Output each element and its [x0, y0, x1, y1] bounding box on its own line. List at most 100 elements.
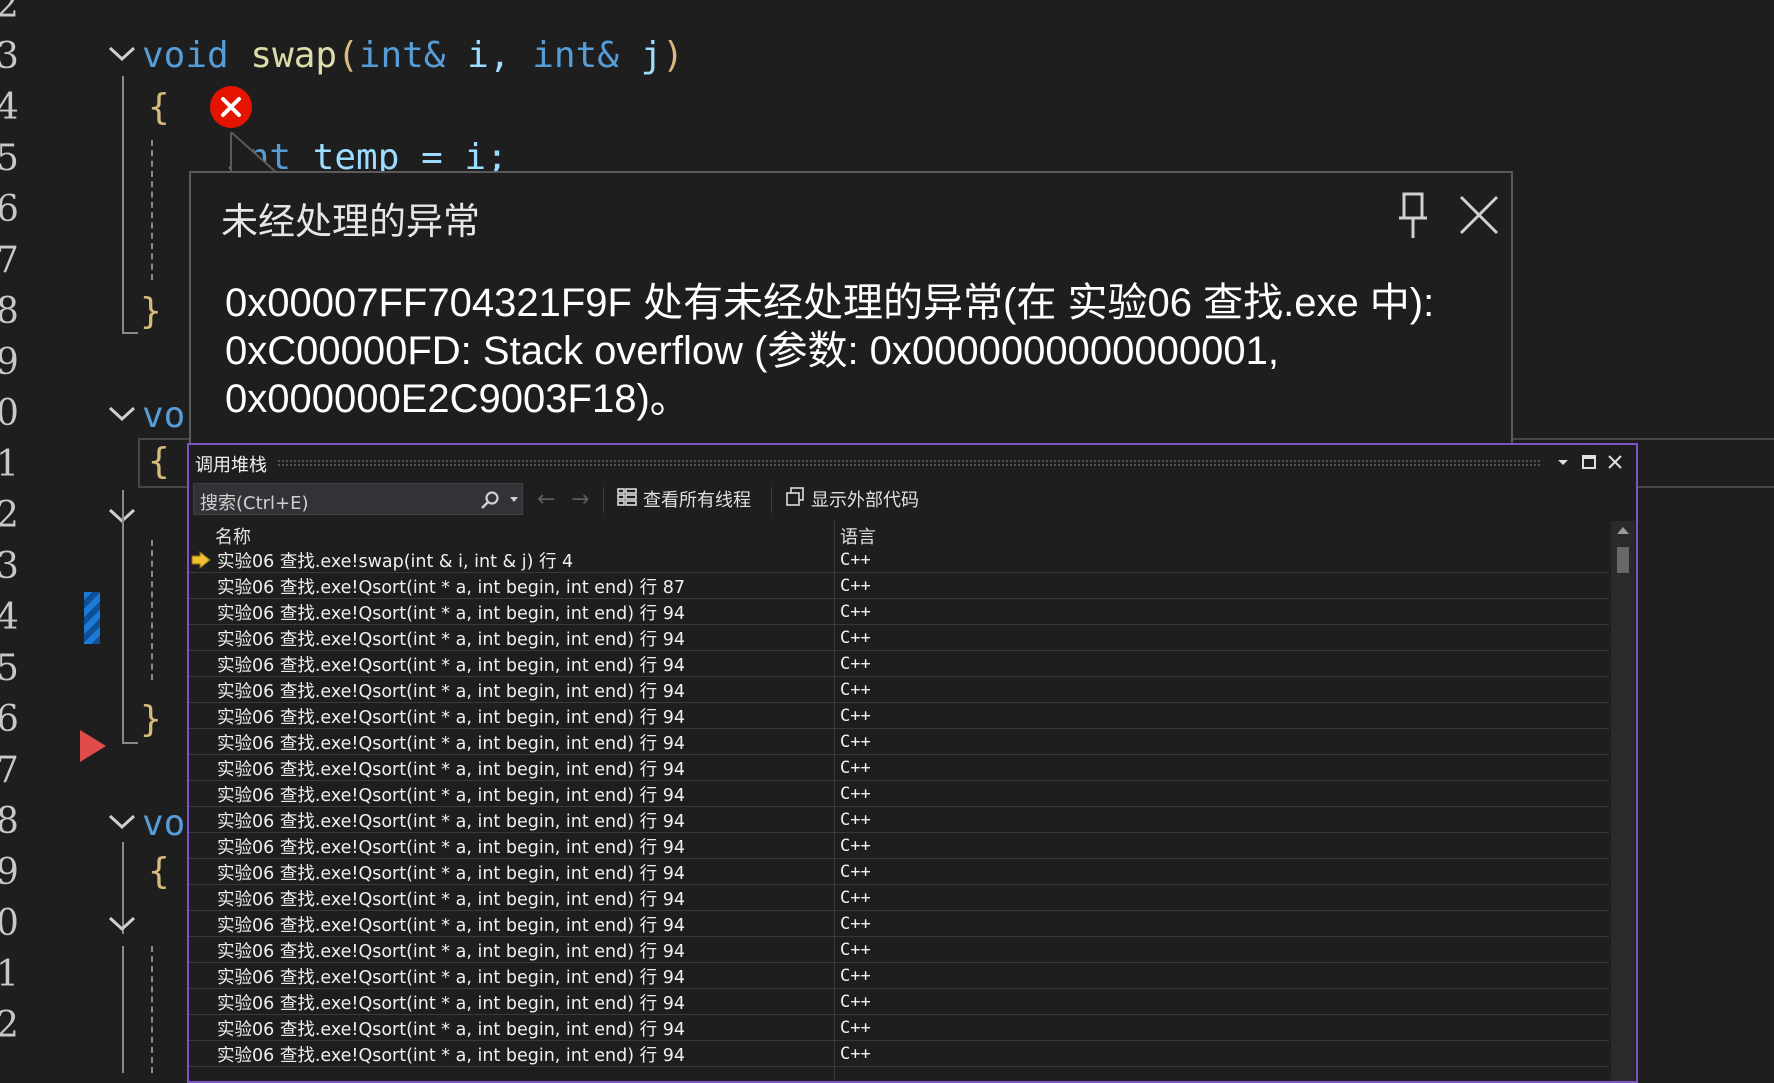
back-arrow-icon[interactable]: ←: [537, 487, 555, 512]
line-number: 9: [0, 852, 19, 893]
column-header-language[interactable]: 语言: [840, 523, 876, 549]
exception-popup: 未经处理的异常 0x00007FF704321F9F 处有未经处理的异常(在 实…: [189, 171, 1513, 471]
callstack-row[interactable]: 实验06 查找.exe!Qsort(int * a, int begin, in…: [189, 755, 1609, 781]
function-name-swap: swap: [250, 35, 338, 76]
paren-open: (: [337, 35, 359, 76]
view-all-threads-label: 查看所有线程: [643, 490, 751, 511]
line-number: 7: [0, 750, 19, 791]
frame-language: C++: [840, 888, 871, 908]
frame-name: 实验06 查找.exe!Qsort(int * a, int begin, in…: [217, 838, 685, 858]
frame-name: 实验06 查找.exe!swap(int & i, int & j) 行 4: [217, 552, 574, 572]
line-number: 0: [0, 393, 19, 434]
callstack-row[interactable]: 实验06 查找.exe!Qsort(int * a, int begin, in…: [189, 989, 1609, 1015]
frame-language: C++: [840, 862, 871, 882]
scope-guide: [122, 946, 124, 1073]
line-number: 6: [0, 699, 19, 740]
callstack-title: 调用堆栈: [195, 455, 267, 476]
callstack-titlebar[interactable]: 调用堆栈: [189, 445, 1636, 479]
line-number: 2: [0, 1005, 19, 1046]
frame-language: C++: [840, 1044, 871, 1064]
frame-language: C++: [840, 758, 871, 778]
callstack-row[interactable]: 实验06 查找.exe!Qsort(int * a, int begin, in…: [189, 651, 1609, 677]
callstack-row[interactable]: 实验06 查找.exe!Qsort(int * a, int begin, in…: [189, 703, 1609, 729]
callstack-row[interactable]: 实验06 查找.exe!swap(int & i, int & j) 行 4 C+…: [189, 547, 1609, 573]
search-input[interactable]: 搜索(Ctrl+E): [193, 483, 523, 515]
callstack-row[interactable]: 实验06 查找.exe!Qsort(int * a, int begin, in…: [189, 937, 1609, 963]
callstack-toolbar: 搜索(Ctrl+E) ← → 查看所有线程 显示外部代码: [189, 479, 1636, 521]
line-number: 2: [0, 0, 19, 26]
callstack-row[interactable]: 实验06 查找.exe!Qsort(int * a, int begin, in…: [189, 625, 1609, 651]
param-name-1: i,: [445, 35, 511, 76]
frame-language: C++: [840, 602, 871, 622]
callstack-row[interactable]: 实验06 查找.exe!Qsort(int * a, int begin, in…: [189, 807, 1609, 833]
line-number: 0: [0, 903, 19, 944]
column-header-name[interactable]: 名称: [215, 523, 251, 549]
frame-language: C++: [840, 810, 871, 830]
indent-guide: [151, 140, 153, 280]
error-icon[interactable]: [210, 86, 252, 128]
frame-name: 实验06 查找.exe!Qsort(int * a, int begin, in…: [217, 578, 685, 598]
scroll-thumb[interactable]: [1617, 547, 1629, 573]
scope-guide: [122, 490, 124, 744]
line-number: 8: [0, 291, 19, 332]
frame-language: C++: [840, 1018, 871, 1038]
exception-title: 未经处理的异常: [221, 200, 480, 243]
code-line-swap-signature[interactable]: void swap(int& i, int& j): [142, 30, 684, 81]
callstack-row[interactable]: 实验06 查找.exe!Qsort(int * a, int begin, in…: [189, 1041, 1609, 1067]
callstack-row[interactable]: 实验06 查找.exe!Qsort(int * a, int begin, in…: [189, 729, 1609, 755]
threads-icon: [617, 487, 637, 512]
brace-open: {: [148, 441, 170, 482]
fold-chevron-icon[interactable]: [108, 406, 136, 422]
close-icon[interactable]: [1605, 452, 1625, 472]
code-line-function-2[interactable]: vo: [142, 390, 185, 441]
search-icon[interactable]: [480, 490, 500, 514]
line-number: 3: [0, 36, 19, 77]
param-name-2: j: [618, 35, 663, 76]
scroll-up-arrow-icon[interactable]: [1617, 527, 1629, 534]
callstack-row[interactable]: 实验06 查找.exe!Qsort(int * a, int begin, in…: [189, 599, 1609, 625]
fold-chevron-icon[interactable]: [108, 508, 136, 524]
callstack-window[interactable]: 调用堆栈 搜索(Ctrl+E) ← → 查看所有线程 显示外部代码 名称 语言 …: [187, 443, 1638, 1083]
callstack-row[interactable]: 实验06 查找.exe!Qsort(int * a, int begin, in…: [189, 911, 1609, 937]
callstack-row[interactable]: 实验06 查找.exe!Qsort(int * a, int begin, in…: [189, 1015, 1609, 1041]
popup-pointer: [230, 132, 281, 175]
frame-name: 实验06 查找.exe!Qsort(int * a, int begin, in…: [217, 864, 685, 884]
callstack-row[interactable]: 实验06 查找.exe!Qsort(int * a, int begin, in…: [189, 885, 1609, 911]
brace-open: {: [148, 87, 170, 128]
callstack-row[interactable]: 实验06 查找.exe!Qsort(int * a, int begin, in…: [189, 963, 1609, 989]
frame-name: 实验06 查找.exe!Qsort(int * a, int begin, in…: [217, 760, 685, 780]
maximize-icon[interactable]: [1579, 452, 1599, 472]
frame-language: C++: [840, 680, 871, 700]
frame-name: 实验06 查找.exe!Qsort(int * a, int begin, in…: [217, 656, 685, 676]
drag-grip[interactable]: [277, 459, 1541, 467]
line-number: 4: [0, 87, 19, 128]
frame-name: 实验06 查找.exe!Qsort(int * a, int begin, in…: [217, 812, 685, 832]
callstack-row[interactable]: 实验06 查找.exe!Qsort(int * a, int begin, in…: [189, 677, 1609, 703]
callstack-row[interactable]: 实验06 查找.exe!Qsort(int * a, int begin, in…: [189, 833, 1609, 859]
change-tracking-bar: [84, 592, 100, 644]
indent-guide: [151, 946, 153, 1073]
show-external-code-button[interactable]: 显示外部代码: [785, 486, 919, 512]
callstack-row[interactable]: 实验06 查找.exe!Qsort(int * a, int begin, in…: [189, 573, 1609, 599]
pin-icon[interactable]: [1396, 191, 1430, 241]
forward-arrow-icon[interactable]: →: [571, 487, 589, 512]
callstack-row[interactable]: 实验06 查找.exe!Qsort(int * a, int begin, in…: [189, 859, 1609, 885]
brace-close: }: [140, 699, 162, 740]
callstack-row[interactable]: 实验06 查找.exe!Qsort(int * a, int begin, in…: [189, 781, 1609, 807]
view-all-threads-button[interactable]: 查看所有线程: [617, 486, 751, 512]
fold-chevron-icon[interactable]: [108, 814, 136, 830]
fold-chevron-icon[interactable]: [108, 916, 136, 932]
frame-language: C++: [840, 836, 871, 856]
fold-chevron-icon[interactable]: [108, 46, 136, 62]
brace-open: {: [148, 851, 170, 892]
vertical-scrollbar[interactable]: [1611, 521, 1635, 1081]
search-options-dropdown-icon[interactable]: [510, 497, 518, 502]
code-line-function-3[interactable]: vo: [142, 798, 185, 849]
execution-pointer-icon[interactable]: [80, 730, 106, 762]
window-menu-dropdown-icon[interactable]: [1553, 452, 1573, 472]
external-code-icon: [785, 486, 805, 512]
frame-language: C++: [840, 992, 871, 1012]
close-icon[interactable]: [1457, 193, 1501, 237]
frame-language: C++: [840, 732, 871, 752]
line-number: 1: [0, 954, 19, 995]
